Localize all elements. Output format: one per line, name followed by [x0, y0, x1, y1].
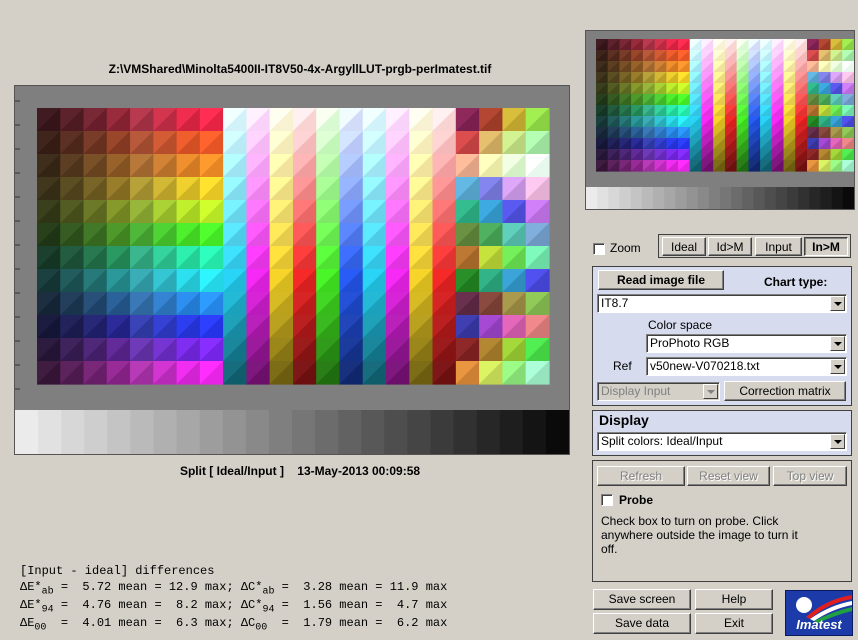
display-input-value: Display Input	[601, 384, 671, 398]
ref-file-value: v50new-V070218.txt	[650, 359, 760, 373]
ref-label: Ref	[613, 359, 632, 373]
save-screen-button[interactable]: Save screen	[593, 589, 691, 610]
caption-mode: Split [ Ideal/Input ]	[179, 464, 284, 478]
top-view-button: Top view	[773, 466, 847, 486]
display-input-select: Display Input	[597, 382, 720, 401]
display-mode-value: Split colors: Ideal/Input	[601, 434, 723, 448]
logo-text: Imatest	[796, 617, 842, 632]
chart-image[interactable]	[15, 86, 569, 454]
color-space-label: Color space	[648, 318, 713, 332]
exit-button[interactable]: Exit	[695, 613, 773, 634]
chevron-down-icon[interactable]	[830, 359, 845, 374]
refresh-button: Refresh	[597, 466, 685, 486]
probe-label: Probe	[619, 493, 654, 507]
view-ideal-button[interactable]: Ideal	[662, 237, 706, 256]
view-input-to-monitor-button[interactable]: In>M	[804, 237, 848, 256]
thumbnail-image	[586, 39, 854, 209]
image-file-path: Z:\VMShared\Minolta5400II-IT8V50-4x-Argy…	[108, 62, 492, 76]
view-ideal-to-monitor-button[interactable]: Id>M	[708, 237, 752, 256]
reset-view-button: Reset view	[687, 466, 770, 486]
save-data-button[interactable]: Save data	[593, 613, 691, 634]
chevron-down-icon[interactable]	[830, 336, 845, 351]
chart-type-label: Chart type:	[764, 275, 828, 289]
correction-matrix-button[interactable]: Correction matrix	[724, 381, 846, 401]
difference-line-3: ΔE00 = 4.01 mean = 6.3 max; ΔC00 = 1.79 …	[20, 616, 448, 634]
chevron-down-icon[interactable]	[830, 296, 845, 311]
view-input-button[interactable]: Input	[755, 237, 802, 256]
zoom-label: Zoom	[610, 241, 641, 255]
zoom-checkbox[interactable]	[593, 243, 605, 255]
chart-type-value: IT8.7	[601, 296, 629, 310]
help-button[interactable]: Help	[695, 589, 773, 610]
chevron-down-icon[interactable]	[830, 434, 845, 449]
read-image-file-button[interactable]: Read image file	[598, 270, 724, 290]
thumbnail-panel	[585, 30, 855, 210]
differences-header: [Input - ideal] differences	[20, 564, 215, 578]
chevron-down-icon	[703, 384, 718, 399]
color-space-select[interactable]: ProPhoto RGB	[646, 334, 847, 353]
display-mode-select[interactable]: Split colors: Ideal/Input	[597, 432, 847, 451]
color-space-value: ProPhoto RGB	[650, 336, 730, 350]
caption-date: 13-May-2013 00:09:58	[297, 464, 421, 478]
ref-file-select[interactable]: v50new-V070218.txt	[646, 357, 847, 376]
imatest-logo: Imatest	[785, 590, 853, 636]
probe-checkbox[interactable]	[601, 494, 613, 506]
chart-type-select[interactable]: IT8.7	[597, 294, 847, 313]
display-title: Display	[599, 412, 649, 428]
image-caption: Split [ Ideal/Input ] 13-May-2013 00:09:…	[14, 464, 586, 478]
chart-image-panel[interactable]	[14, 85, 570, 455]
probe-help-text: Check box to turn on probe. Click anywhe…	[601, 514, 798, 556]
